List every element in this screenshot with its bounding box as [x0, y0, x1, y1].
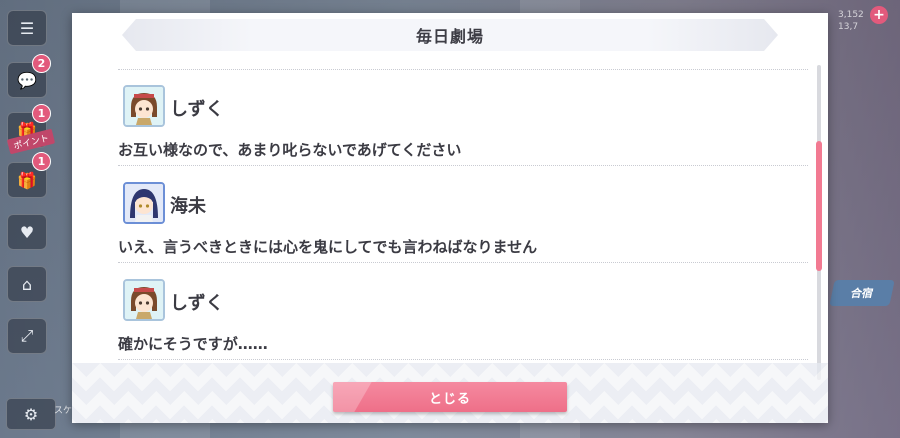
fullscreen-button[interactable]: ⤢ [7, 318, 47, 354]
shizuku-avatar-icon [123, 279, 165, 321]
present-badge: 1 [32, 152, 51, 171]
friends-button[interactable]: ♥ [7, 214, 47, 250]
divider [118, 359, 808, 360]
divider [118, 262, 808, 263]
stat-value-2: 13,7 [838, 22, 859, 32]
left-menu-rail: ☰ 💬 2 🎁 1 ポイント 🎁 1 ♥ ⌂ ⤢ [0, 0, 70, 438]
dialog-title-bar: 毎日劇場 [122, 19, 778, 51]
add-currency-button[interactable]: + [870, 6, 888, 24]
menu-button[interactable]: ☰ [7, 10, 47, 46]
daily-theater-dialog: 毎日劇場 しずく お互い様なので、あまり叱らないであげてください 海未 いえ、言… [72, 13, 828, 423]
close-button-label: とじる [428, 391, 471, 407]
expand-icon: ⤢ [20, 326, 34, 345]
speech-bubble-icon: 💬 [17, 70, 37, 90]
umi-avatar-icon [123, 182, 165, 224]
dialogue-line: お互い様なので、あまり叱らないであげてください [118, 141, 462, 159]
schedule-icon: ⚙ [23, 404, 39, 424]
dialog-title: 毎日劇場 [415, 27, 484, 46]
hamburger-icon: ☰ [19, 18, 35, 38]
speaker-name: しずく [170, 99, 224, 120]
divider [118, 69, 808, 70]
scrollbar-thumb[interactable] [816, 141, 822, 271]
close-button[interactable]: とじる [333, 382, 567, 412]
camp-button[interactable]: 合宿 [829, 280, 895, 306]
notice-badge: 2 [32, 54, 51, 73]
present-box-icon: 🎁 [17, 170, 37, 190]
divider [118, 165, 808, 166]
shizuku-avatar-icon [123, 85, 165, 127]
schedule-button[interactable]: ⚙ [6, 398, 56, 430]
stat-value-1: 3,152 [838, 10, 864, 20]
dialogue-line: 確かにそうですが…… [118, 335, 268, 353]
dialogue-line: いえ、言うべきときには心を鬼にしてでも言わねばなりません [118, 238, 538, 256]
plus-icon: + [873, 7, 885, 23]
camp-label: 合宿 [849, 287, 875, 300]
speaker-name: 海未 [170, 196, 206, 217]
point-badge: 1 [32, 104, 51, 123]
shop-icon: ⌂ [21, 274, 33, 294]
right-panel-background [828, 0, 900, 438]
shop-button[interactable]: ⌂ [7, 266, 47, 302]
speaker-name: しずく [170, 293, 224, 314]
handshake-icon: ♥ [19, 222, 35, 242]
dialogue-log[interactable]: しずく お互い様なので、あまり叱らないであげてください 海未 いえ、言うべきとき… [118, 67, 808, 363]
